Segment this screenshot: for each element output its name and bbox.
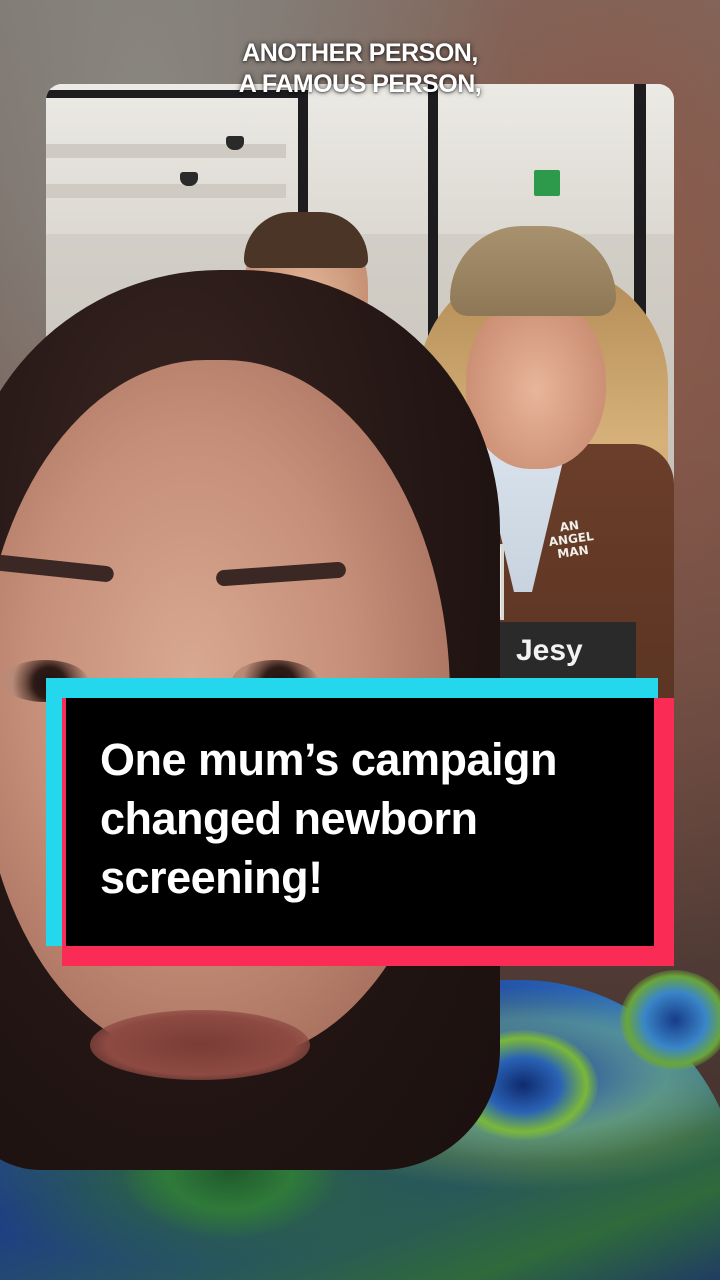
- headline-text: One mum’s campaign changed newborn scree…: [100, 730, 640, 907]
- name-sign-text: Jesy: [516, 634, 583, 667]
- ceiling-beam: [46, 144, 286, 158]
- peacock-feather-pattern: [620, 970, 720, 1070]
- caption-line-1: ANOTHER PERSON,: [242, 39, 478, 67]
- headline-line-2: changed newborn: [100, 793, 478, 844]
- cardigan-logo: AN ANGEL MAN: [547, 517, 595, 562]
- headline-card: One mum’s campaign changed newborn scree…: [46, 678, 674, 966]
- ceiling-beam: [46, 184, 286, 198]
- office-ceiling: [46, 84, 674, 234]
- top-caption: ANOTHER PERSON, A FAMOUS PERSON,: [0, 38, 720, 100]
- exit-sign-icon: [534, 170, 560, 196]
- presenter-right-eyebrow: [215, 561, 347, 587]
- presenter-mouth: [90, 1010, 310, 1080]
- caption-line-2: A FAMOUS PERSON,: [238, 70, 482, 98]
- headline-line-1: One mum’s campaign: [100, 734, 557, 785]
- presenter-left-eyebrow: [0, 553, 115, 583]
- headline-line-3: screening!: [100, 852, 323, 903]
- ceiling-lamp: [226, 136, 244, 150]
- video-frame[interactable]: AN ANGEL MAN Jesy ANOTHER PERSON, A FAMO…: [0, 0, 720, 1280]
- ceiling-lamp: [180, 172, 198, 186]
